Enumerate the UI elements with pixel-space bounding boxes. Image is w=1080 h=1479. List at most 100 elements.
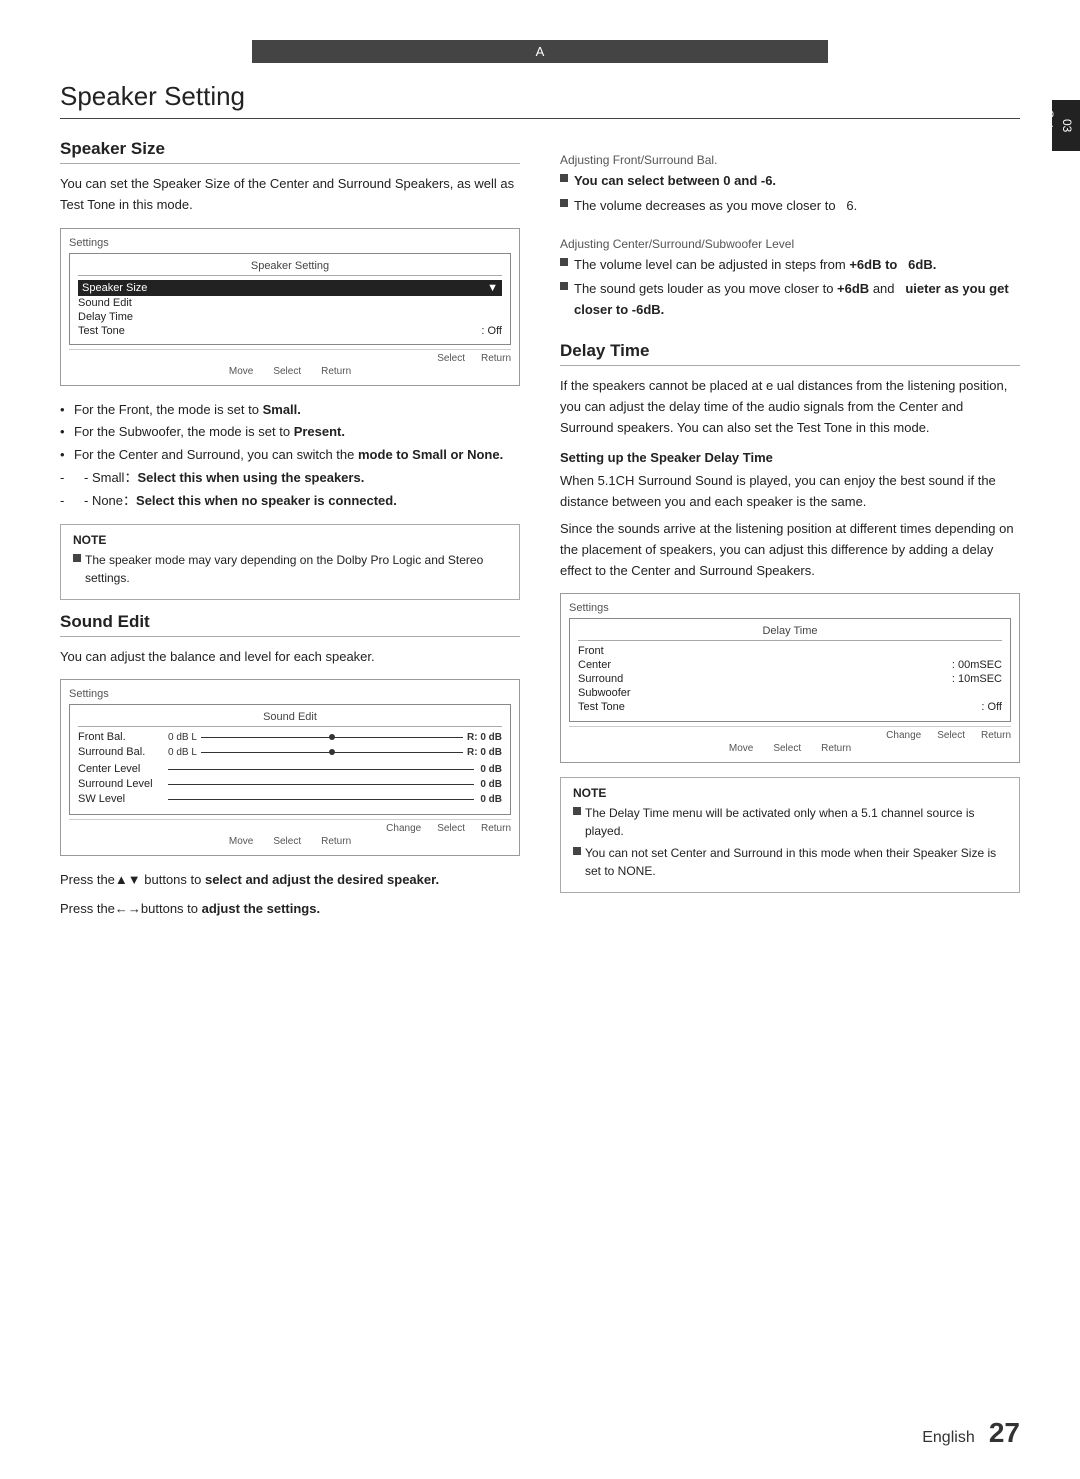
test-tone-label-item: Test Tone	[78, 325, 481, 337]
sound-edit-row[interactable]: Sound Edit	[78, 296, 502, 310]
delay-time-subsection-text: When 5.1CH Surround Sound is played, you…	[560, 471, 1020, 513]
center-level-value: 0 dB	[480, 764, 502, 775]
delay-surround-label: Surround	[578, 673, 623, 685]
speaker-size-row-selected[interactable]: Speaker Size ▼	[78, 280, 502, 296]
left-column: Speaker Size You can set the Speaker Siz…	[60, 139, 520, 920]
speaker-size-heading: Speaker Size	[60, 139, 520, 164]
front-bal-left: 0 dB L	[168, 732, 197, 743]
delay-footer-select: Select	[937, 730, 965, 741]
front-bullet-1: You can select between 0 and -6.	[560, 171, 1020, 192]
test-tone-row[interactable]: Test Tone : Off	[78, 324, 502, 338]
delay-footer2-return: Return	[821, 743, 851, 754]
note-title: NOTE	[73, 533, 507, 547]
settings-footer2: Move Select Return	[69, 366, 511, 377]
footer-word: English	[922, 1429, 974, 1446]
delay-testtone-row: Test Tone : Off	[578, 701, 1002, 713]
section-a-bar: A	[252, 40, 828, 63]
page-title: Speaker Setting	[60, 81, 1020, 119]
delay-time-label-item: Delay Time	[78, 311, 502, 323]
delay-footer2-move: Move	[729, 743, 753, 754]
delay-footer2-select: Select	[773, 743, 801, 754]
footer-select: Select	[437, 353, 465, 364]
delay-note-item-2: You can not set Center and Surround in t…	[573, 844, 1007, 880]
delay-note-square-1	[573, 807, 581, 815]
sound-edit-settings-label: Settings	[69, 688, 511, 700]
surround-bal-left: 0 dB L	[168, 747, 197, 758]
delay-center-row: Center : 00mSEC	[578, 659, 1002, 671]
front-square-icon-2	[560, 199, 568, 207]
bullet-3: For the Center and Surround, you can swi…	[60, 445, 520, 466]
delay-footer: Change Select Return	[569, 726, 1011, 741]
se-footer2-return: Return	[321, 836, 351, 847]
adjusting-center-section: Adjusting Center/Surround/Subwoofer Leve…	[560, 237, 1020, 321]
surround-level-line	[168, 784, 474, 785]
footer-return2: Return	[321, 366, 351, 377]
delay-subwoofer-row: Subwoofer	[578, 687, 1002, 699]
center-square-icon-2	[560, 282, 568, 290]
adjusting-center-label: Adjusting Center/Surround/Subwoofer Leve…	[560, 237, 1020, 251]
speaker-size-description: You can set the Speaker Size of the Cent…	[60, 174, 520, 216]
sound-edit-footer2: Move Select Return	[69, 836, 511, 847]
delay-note-title: NOTE	[573, 786, 1007, 800]
delay-front-row: Front	[578, 645, 1002, 657]
adjusting-front-section: Adjusting Front/Surround Bal. You can se…	[560, 153, 1020, 217]
delay-front-label: Front	[578, 645, 604, 657]
sw-level-label: SW Level	[78, 793, 168, 805]
sw-level-value: 0 dB	[480, 794, 502, 805]
page-footer: English 27	[922, 1417, 1020, 1449]
center-level-row: Center Level 0 dB	[78, 763, 502, 775]
front-bal-row: Front Bal. 0 dB L R: 0 dB	[78, 731, 502, 743]
surround-bal-right: R: 0 dB	[467, 747, 502, 758]
test-tone-value: : Off	[481, 325, 502, 337]
delay-time-description: If the speakers cannot be placed at e ua…	[560, 376, 1020, 438]
footer-select2: Select	[273, 366, 301, 377]
sound-edit-settings-box: Settings Sound Edit Front Bal. 0 dB L R:…	[60, 679, 520, 856]
center-bullet-text-2: The sound gets louder as you move closer…	[574, 279, 1020, 321]
front-bullet-2: The volume decreases as you move closer …	[560, 196, 1020, 217]
delay-surround-row: Surround : 10mSEC	[578, 673, 1002, 685]
delay-testtone-value: : Off	[981, 701, 1002, 713]
surround-level-value: 0 dB	[480, 779, 502, 790]
speaker-size-row-value: ▼	[487, 282, 498, 294]
surround-level-row: Surround Level 0 dB	[78, 778, 502, 790]
bullet-2: For the Subwoofer, the mode is set to Pr…	[60, 422, 520, 443]
bullet-1: For the Front, the mode is set to Small.	[60, 400, 520, 421]
front-bal-line	[201, 737, 463, 738]
front-bal-right: R: 0 dB	[467, 732, 502, 743]
sound-edit-section: Sound Edit You can adjust the balance an…	[60, 612, 520, 920]
center-level-label: Center Level	[78, 763, 168, 775]
center-square-icon-1	[560, 258, 568, 266]
note-item-1: The speaker mode may vary depending on t…	[73, 551, 507, 587]
front-bal-dot	[329, 734, 335, 740]
se-footer-change: Change	[386, 823, 421, 834]
se-footer2-select: Select	[273, 836, 301, 847]
delay-time-subsection-label: Setting up the Speaker Delay Time	[560, 450, 1020, 465]
adjusting-front-label: Adjusting Front/Surround Bal.	[560, 153, 1020, 167]
sound-edit-inner-box: Sound Edit Front Bal. 0 dB L R: 0 dB	[69, 704, 511, 815]
delay-time-section: Delay Time If the speakers cannot be pla…	[560, 341, 1020, 893]
delay-footer-return: Return	[981, 730, 1011, 741]
right-column: Adjusting Front/Surround Bal. You can se…	[560, 139, 1020, 920]
front-square-icon-1	[560, 174, 568, 182]
delay-time-heading: Delay Time	[560, 341, 1020, 366]
settings-footer: Select Return	[69, 349, 511, 364]
settings-label: Settings	[69, 237, 511, 249]
delay-time-subsection-text2: Since the sounds arrive at the listening…	[560, 519, 1020, 581]
delay-subwoofer-label: Subwoofer	[578, 687, 631, 699]
delay-settings-label: Settings	[569, 602, 1011, 614]
sound-edit-footer: Change Select Return	[69, 819, 511, 834]
footer-return: Return	[481, 353, 511, 364]
note-square-icon	[73, 554, 81, 562]
bullet-5: - None：Select this when no speaker is co…	[60, 491, 520, 512]
front-bal-label: Front Bal.	[78, 731, 168, 743]
press-text-1: Press the▲▼ buttons to select and adjust…	[60, 870, 520, 891]
speaker-size-section: Speaker Size You can set the Speaker Siz…	[60, 139, 520, 600]
delay-footer2: Move Select Return	[569, 743, 1011, 754]
delay-testtone-label: Test Tone	[578, 701, 625, 713]
surround-bal-dot	[329, 749, 335, 755]
page-container: 03 Setup A Speaker Setting Speaker Size …	[0, 0, 1080, 1479]
delay-note-item-1: The Delay Time menu will be activated on…	[573, 804, 1007, 840]
se-footer-select: Select	[437, 823, 465, 834]
delay-time-row[interactable]: Delay Time	[78, 310, 502, 324]
sound-edit-inner-title: Sound Edit	[78, 711, 502, 727]
